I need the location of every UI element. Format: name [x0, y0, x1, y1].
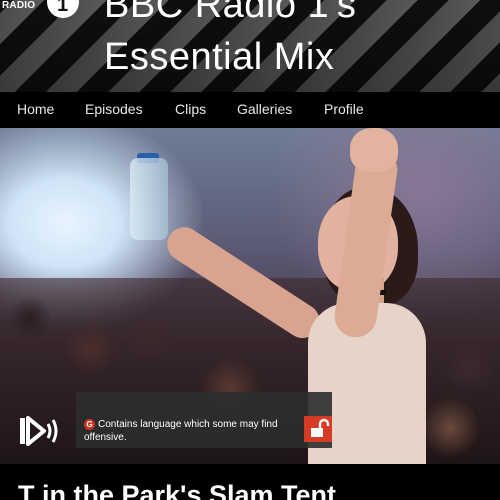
nav-item-episodes[interactable]: Episodes: [85, 101, 143, 117]
radio1-logo[interactable]: RADIO 1: [0, 0, 82, 26]
programme-title-line1[interactable]: BBC Radio 1's: [104, 0, 356, 27]
radio-logo-number: 1: [57, 0, 69, 16]
episode-title-bar: T in the Park's Slam Tent: [0, 464, 500, 500]
radio-logo-text: RADIO: [2, 0, 36, 11]
nav-item-home[interactable]: Home: [17, 101, 54, 117]
nav-item-galleries[interactable]: Galleries: [237, 101, 292, 117]
audio-described-icon[interactable]: [18, 414, 62, 448]
water-bottle-image: [130, 158, 168, 240]
nav-item-clips[interactable]: Clips: [175, 101, 206, 117]
guidance-warning-text: Contains language which some may find of…: [84, 419, 278, 443]
nav-item-profile[interactable]: Profile: [324, 101, 364, 117]
guidance-warning: G Contains language which some may find …: [76, 392, 332, 448]
padlock-unlocked-icon: [311, 418, 330, 437]
programme-header: RADIO 1 BBC Radio 1's Essential Mix: [0, 0, 500, 92]
episode-title[interactable]: T in the Park's Slam Tent: [18, 480, 336, 500]
programme-nav: Home Episodes Clips Galleries Profile: [0, 92, 500, 128]
programme-title-line2[interactable]: Essential Mix: [104, 36, 334, 79]
unlock-guidance-button[interactable]: [304, 416, 332, 442]
